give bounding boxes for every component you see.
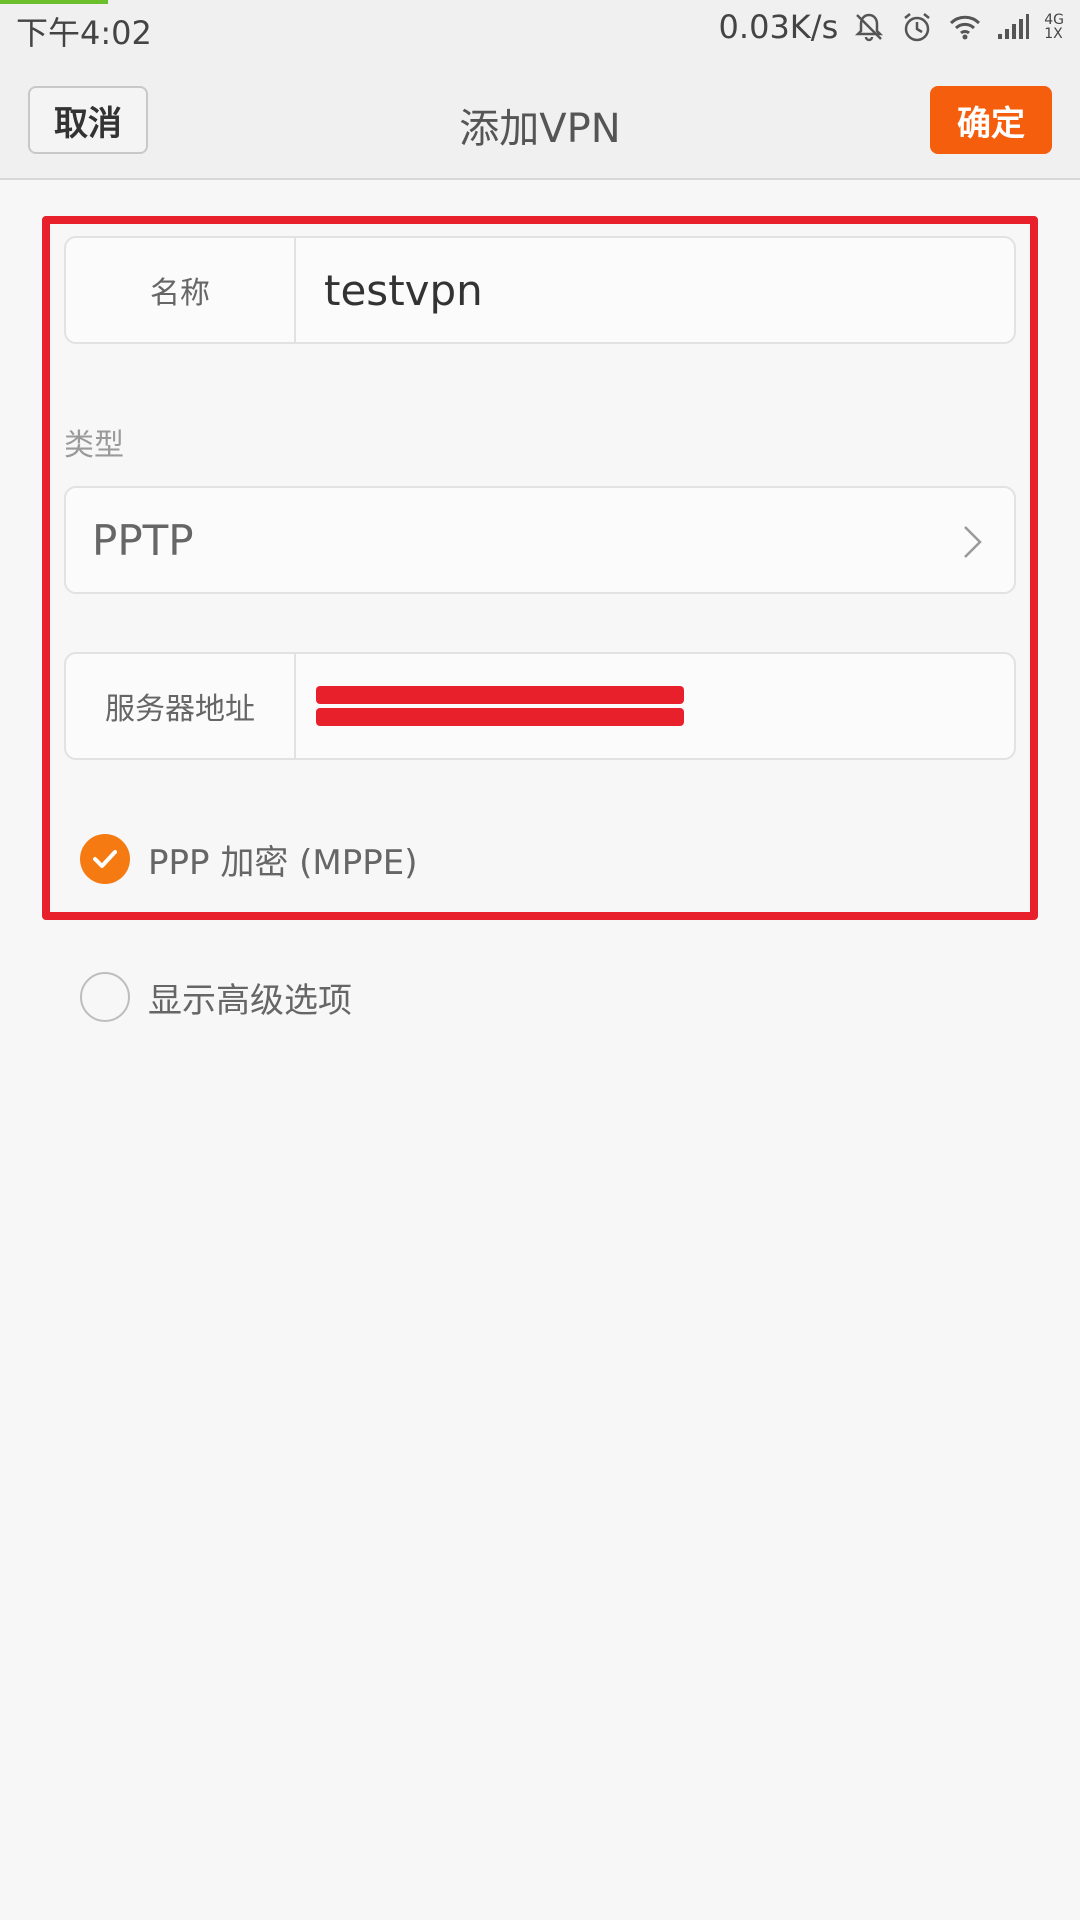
wifi-icon [950,15,981,40]
mute-bell-icon [855,13,884,42]
alarm-clock-icon [904,13,931,42]
status-time: 下午4:02 [16,14,152,52]
network-type-top: 4G [1044,12,1064,28]
advanced-options-label: 显示高级选项 [148,980,352,1021]
status-progress-indicator [0,0,108,4]
network-type-bottom: 1X [1044,26,1063,42]
advanced-options-option[interactable]: 显示高级选项 [80,972,352,1022]
highlight-frame [42,216,1038,920]
status-icons: 0.03K/s 4G 1X [719,8,1064,46]
confirm-button[interactable]: 确定 [930,86,1052,154]
signal-icon [998,14,1030,39]
title-bar: 取消 添加VPN 确定 [0,58,1080,180]
page-title: 添加VPN [459,106,621,152]
advanced-options-checkbox[interactable] [80,972,130,1022]
status-bar: 下午4:02 0.03K/s 4G 1X [0,0,1080,58]
network-type: 4G 1X [1044,13,1064,41]
net-speed: 0.03K/s [718,8,839,46]
